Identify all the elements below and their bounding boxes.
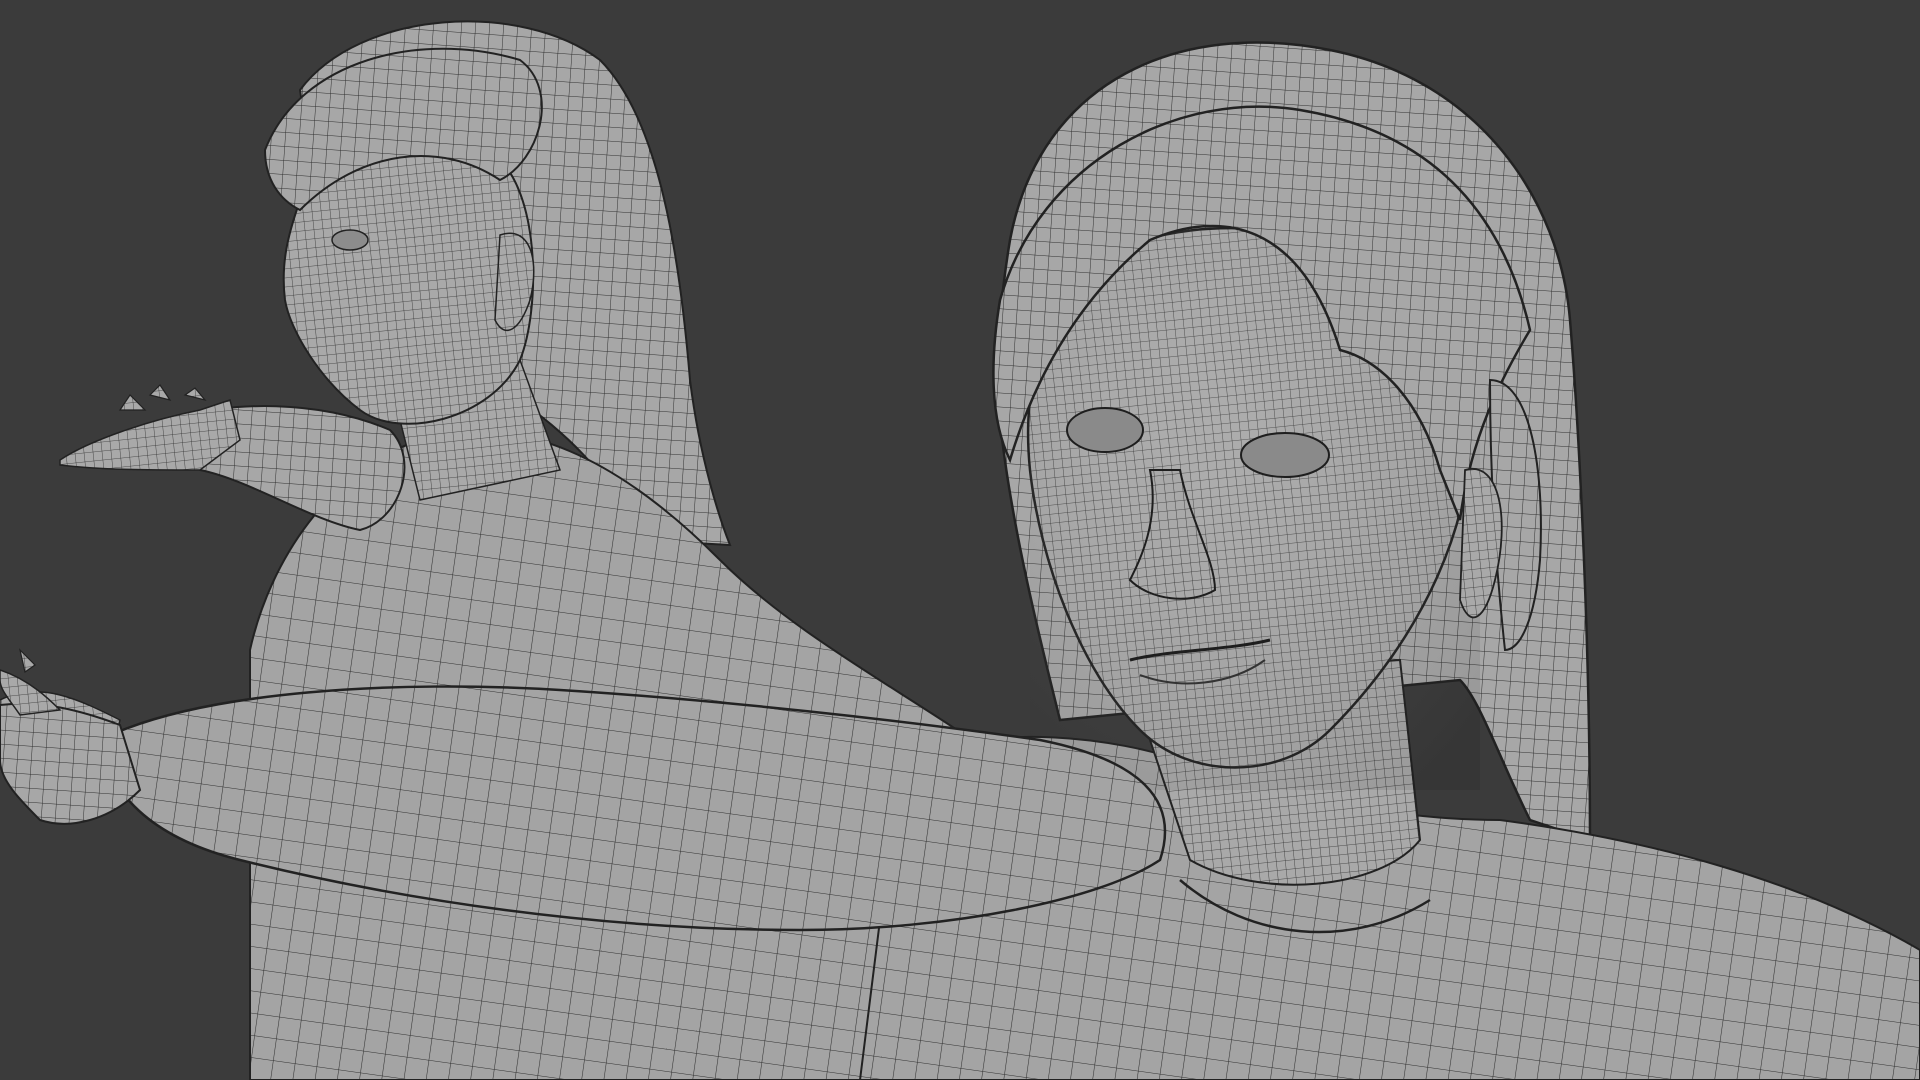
render-scene [0,20,1920,1080]
foreground-arm-mesh [0,648,1167,932]
3d-viewport[interactable] [0,0,1920,1080]
character-mesh-front-view [858,41,1920,1080]
